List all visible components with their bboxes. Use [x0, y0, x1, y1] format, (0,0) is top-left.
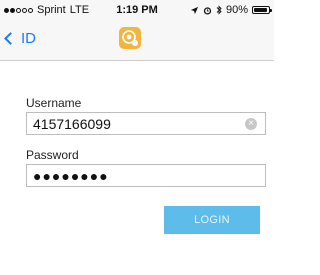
- back-button-label: ID: [21, 30, 36, 47]
- bluetooth-icon: [216, 5, 222, 15]
- username-input[interactable]: [27, 113, 239, 134]
- username-field[interactable]: ×: [26, 112, 266, 135]
- status-right: 90%: [190, 0, 272, 20]
- app-logo-icon: [119, 27, 141, 49]
- nav-bar: ID: [0, 20, 274, 61]
- password-masked-value[interactable]: ●●●●●●●●: [33, 168, 109, 184]
- chevron-left-icon: [4, 32, 17, 45]
- username-label: Username: [26, 96, 82, 110]
- alarm-icon: [203, 6, 212, 15]
- back-button[interactable]: ID: [4, 30, 36, 47]
- clear-icon[interactable]: ×: [245, 118, 257, 130]
- battery-icon: [252, 6, 272, 14]
- location-arrow-icon: [190, 6, 199, 14]
- status-bar: Sprint LTE 1:19 PM 90%: [0, 0, 274, 20]
- login-button[interactable]: LOGIN: [164, 206, 260, 234]
- password-label: Password: [26, 148, 79, 162]
- password-field[interactable]: ●●●●●●●●: [26, 164, 266, 187]
- battery-percent: 90%: [225, 4, 248, 16]
